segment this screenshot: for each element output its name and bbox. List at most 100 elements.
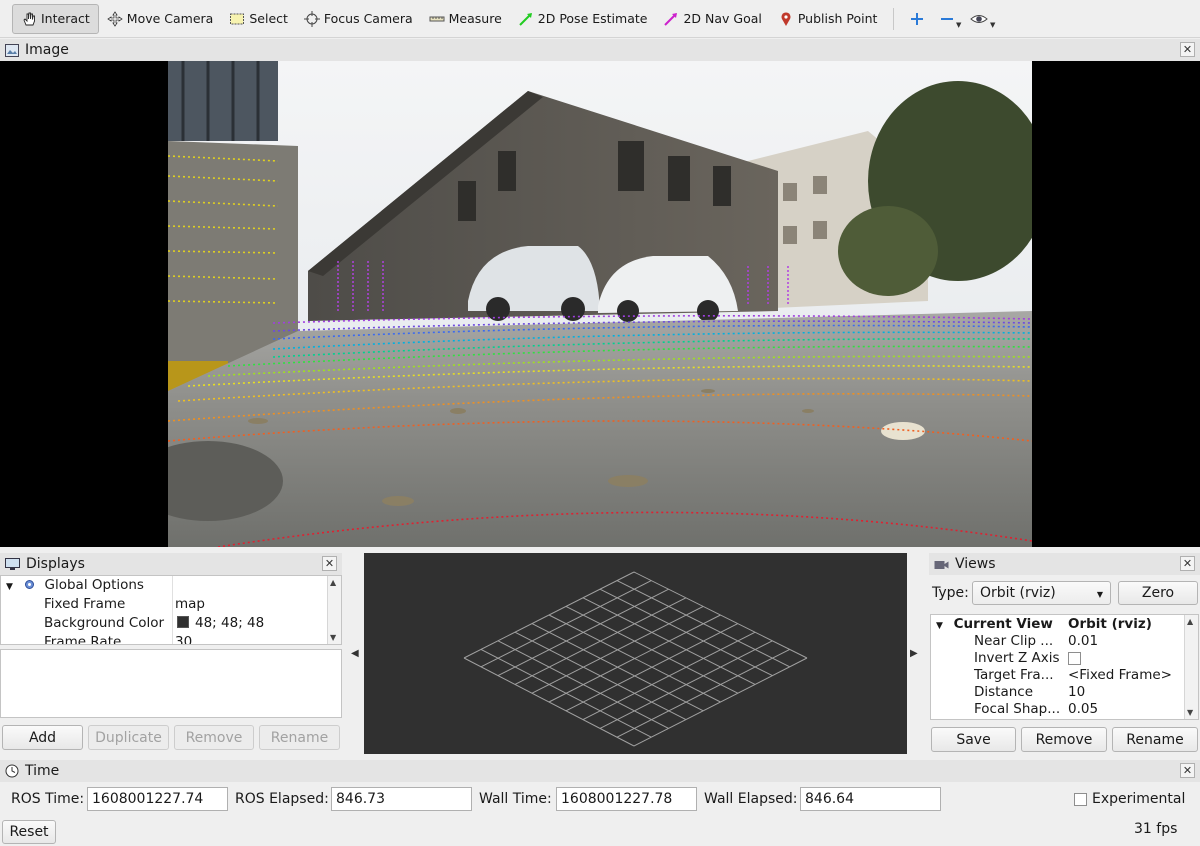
add-button[interactable]: Add	[2, 725, 83, 750]
wall-elapsed-label: Wall Elapsed:	[704, 791, 798, 807]
frame-rate-name: Frame Rate	[44, 634, 122, 645]
remove-tool-button[interactable]: ▼	[932, 4, 962, 34]
camera-scene-image	[168, 61, 1032, 547]
column-divider	[172, 576, 173, 644]
ruler-icon	[429, 16, 445, 21]
current-view-row[interactable]: ▼ Current View	[936, 616, 1053, 633]
time-panel-titlebar: Time ✕	[0, 760, 1200, 782]
toolbar-separator	[893, 7, 895, 30]
color-swatch	[177, 616, 189, 628]
ros-elapsed-field[interactable]: 846.73	[331, 787, 472, 811]
chevron-down-icon: ▼	[956, 20, 962, 29]
close-icon[interactable]: ✕	[1180, 763, 1195, 778]
display-description-box	[0, 649, 342, 718]
select-tool[interactable]: Select	[221, 4, 296, 34]
distance-name: Distance	[974, 684, 1034, 700]
scroll-down-icon[interactable]: ▼	[1187, 708, 1193, 717]
displays-panel-title: Displays	[26, 556, 85, 572]
plus-icon	[911, 12, 924, 25]
measure-tool[interactable]: Measure	[421, 4, 510, 34]
collapse-right-icon[interactable]: ▶	[910, 648, 918, 659]
gear-icon	[25, 580, 35, 589]
near-clip-name: Near Clip ...	[974, 633, 1054, 649]
views-panel-title: Views	[955, 556, 996, 572]
close-icon[interactable]: ✕	[322, 556, 337, 571]
add-tool-button[interactable]	[902, 4, 932, 34]
scroll-down-icon[interactable]: ▼	[330, 633, 336, 642]
scroll-up-icon[interactable]: ▲	[1187, 617, 1193, 626]
views-property-tree: ▼ Current View Orbit (rviz) Near Clip ..…	[930, 614, 1199, 720]
zero-button[interactable]: Zero	[1118, 581, 1198, 605]
focus-camera-label: Focus Camera	[323, 11, 413, 26]
nav-goal-tool[interactable]: 2D Nav Goal	[655, 4, 769, 34]
close-icon[interactable]: ✕	[1180, 42, 1195, 57]
invert-z-checkbox[interactable]	[1068, 650, 1081, 667]
crosshair-icon	[303, 10, 320, 27]
hand-icon	[23, 12, 35, 25]
rename-display-button[interactable]: Rename	[259, 725, 340, 750]
fixed-frame-value[interactable]: map	[175, 595, 205, 614]
move-arrows-icon	[107, 10, 123, 27]
displays-scrollbar[interactable]: ▲ ▼	[327, 576, 341, 644]
frame-rate-value[interactable]: 30	[175, 633, 192, 644]
interact-tool[interactable]: Interact	[12, 3, 99, 34]
close-icon[interactable]: ✕	[1180, 556, 1195, 571]
publish-point-tool[interactable]: Publish Point	[770, 4, 886, 34]
wall-time-label: Wall Time:	[479, 791, 552, 807]
grid-lines	[463, 571, 808, 747]
select-rect-icon	[230, 13, 245, 24]
expand-arrow-icon[interactable]: ▼	[936, 621, 943, 631]
target-frame-value[interactable]: <Fixed Frame>	[1068, 667, 1172, 684]
focus-camera-tool[interactable]: Focus Camera	[296, 4, 421, 34]
eye-icon	[970, 14, 989, 23]
camera-frame	[168, 61, 1032, 547]
background-color-value[interactable]: 48; 48; 48	[177, 614, 264, 633]
wall-time-field[interactable]: 1608001227.78	[556, 787, 697, 811]
chevron-down-icon: ▼	[1096, 590, 1103, 599]
publish-point-label: Publish Point	[797, 11, 878, 26]
save-view-button[interactable]: Save	[931, 727, 1016, 752]
magenta-arrow-icon	[664, 12, 678, 26]
ros-time-field[interactable]: 1608001227.74	[87, 787, 228, 811]
displays-panel-titlebar: Displays ✕	[0, 553, 342, 575]
chevron-down-icon: ▼	[990, 20, 996, 29]
displays-tree: ▼ Global Options Fixed Frame map Backgro…	[0, 575, 342, 645]
global-options-row[interactable]: ▼ Global Options	[6, 576, 144, 595]
collapse-left-icon[interactable]: ◀	[351, 648, 359, 659]
duplicate-button[interactable]: Duplicate	[88, 725, 169, 750]
measure-label: Measure	[448, 11, 502, 26]
checkbox-box[interactable]	[1068, 651, 1081, 665]
render-3d-view[interactable]	[364, 553, 907, 754]
remove-view-button[interactable]: Remove	[1021, 727, 1107, 752]
near-clip-value[interactable]: 0.01	[1068, 633, 1098, 650]
view-tool-button[interactable]: ▼	[962, 4, 996, 34]
camera-image-view	[0, 61, 1200, 547]
green-arrow-icon	[519, 12, 532, 26]
view-type-select[interactable]: Orbit (rviz) ▼	[972, 581, 1111, 605]
distance-value[interactable]: 10	[1068, 684, 1085, 701]
views-panel-titlebar: Views ✕	[929, 553, 1200, 575]
select-label: Select	[249, 11, 288, 26]
grid-line	[633, 571, 808, 659]
interact-label: Interact	[41, 11, 90, 26]
focal-shape-name: Focal Shap...	[974, 701, 1061, 717]
pose-estimate-tool[interactable]: 2D Pose Estimate	[510, 4, 656, 34]
remove-display-button[interactable]: Remove	[174, 725, 254, 750]
views-scrollbar[interactable]: ▲ ▼	[1184, 615, 1198, 719]
ros-elapsed-label: ROS Elapsed:	[235, 791, 329, 807]
move-camera-label: Move Camera	[126, 11, 214, 26]
fixed-frame-name: Fixed Frame	[44, 596, 126, 612]
scroll-up-icon[interactable]: ▲	[330, 578, 336, 587]
wall-elapsed-field[interactable]: 846.64	[800, 787, 941, 811]
expand-arrow-icon[interactable]: ▼	[6, 582, 13, 592]
reset-button[interactable]: Reset	[2, 820, 56, 844]
experimental-checkbox[interactable]	[1074, 793, 1087, 806]
move-camera-tool[interactable]: Move Camera	[99, 4, 222, 34]
current-view-value: Orbit (rviz)	[1068, 616, 1152, 632]
fps-readout: 31 fps	[1134, 821, 1178, 837]
nav-goal-label: 2D Nav Goal	[683, 11, 762, 26]
rename-view-button[interactable]: Rename	[1112, 727, 1198, 752]
focal-shape-value[interactable]: 0.05	[1068, 701, 1098, 718]
monitor-icon	[5, 557, 20, 570]
global-options-label: Global Options	[44, 577, 144, 593]
